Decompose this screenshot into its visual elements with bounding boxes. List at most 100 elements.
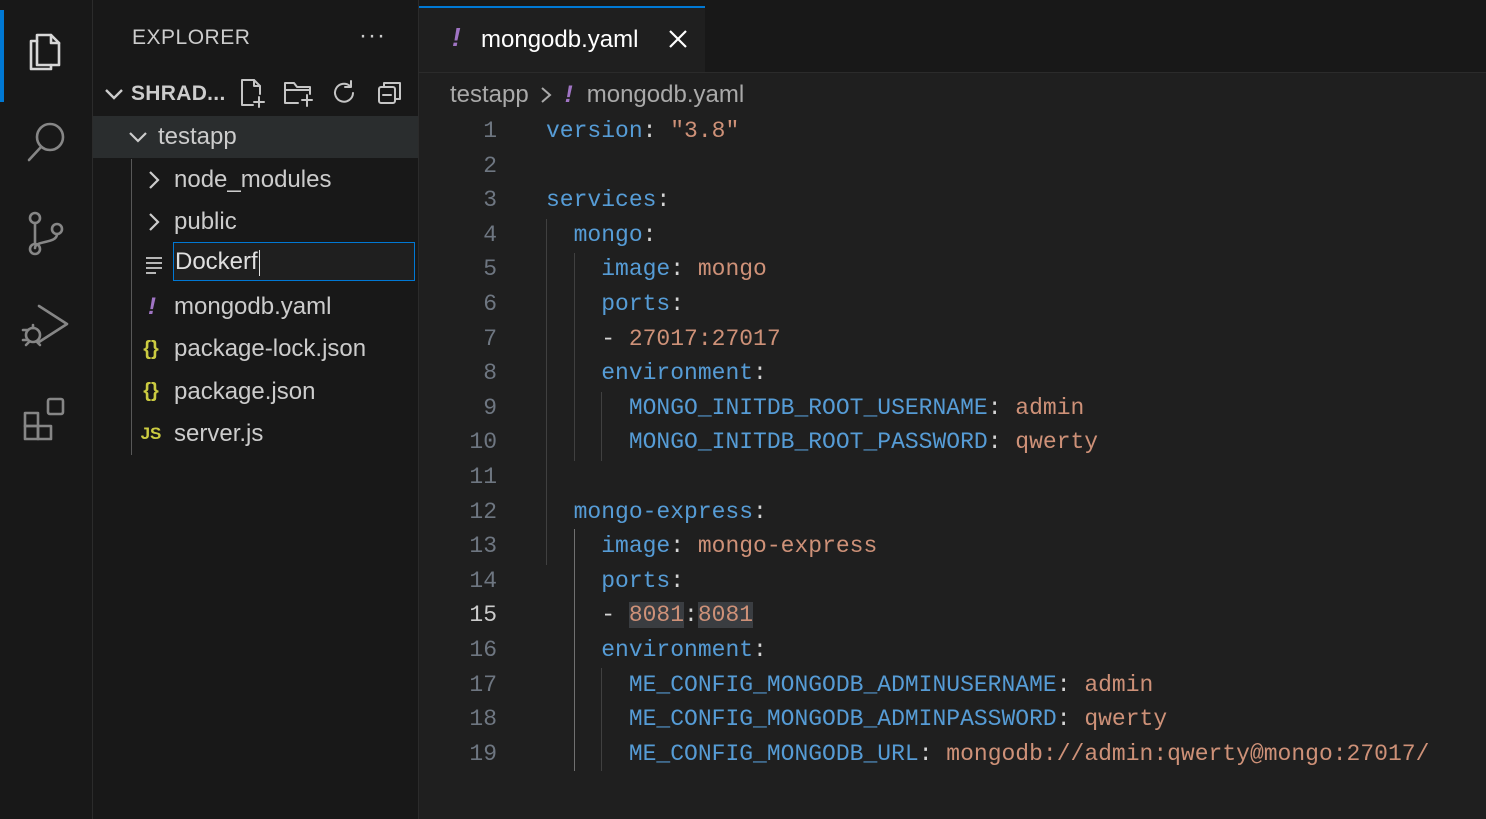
yaml-key: ports bbox=[601, 290, 671, 317]
tree-item-public[interactable]: public bbox=[93, 201, 418, 243]
workspace-root[interactable]: SHRAD... bbox=[93, 74, 418, 114]
source-control-icon[interactable] bbox=[0, 188, 92, 280]
punctuation bbox=[546, 672, 629, 698]
line-number: 18 bbox=[469, 706, 497, 733]
yaml-key: mongo bbox=[573, 221, 643, 248]
explorer-icon[interactable] bbox=[0, 4, 92, 102]
punctuation bbox=[546, 741, 629, 767]
refresh-icon bbox=[334, 80, 354, 103]
punctuation: : bbox=[987, 429, 1016, 456]
line-number: 15 bbox=[469, 602, 497, 629]
activity-bar bbox=[0, 0, 93, 819]
code-line[interactable]: 3 services: bbox=[419, 183, 1486, 218]
search-icon[interactable] bbox=[0, 96, 92, 188]
editor-tabs: ! mongodb.yaml bbox=[419, 0, 1486, 73]
code-line[interactable]: 15 - 8081:8081 bbox=[419, 598, 1486, 633]
tree-item-package-json[interactable]: {} package.json bbox=[93, 370, 418, 412]
yaml-key: MONGO_INITDB_ROOT_PASSWORD bbox=[628, 429, 988, 456]
yaml-key: environment bbox=[601, 636, 754, 663]
code-line[interactable]: 16 environment: bbox=[419, 633, 1486, 668]
code-line[interactable]: 5 image: mongo bbox=[419, 252, 1486, 287]
line-number: 1 bbox=[483, 118, 497, 144]
yaml-value: mongodb://admin:qwerty@mongo:27017/ bbox=[946, 740, 1430, 767]
collapse-all-button[interactable] bbox=[373, 76, 407, 110]
tree-item-label: node_modules bbox=[174, 165, 332, 193]
file-tree: testapp node_modules public ! mongodb.ya… bbox=[93, 116, 418, 455]
tree-item-package-lock-json[interactable]: {} package-lock.json bbox=[93, 328, 418, 370]
line-number: 3 bbox=[483, 187, 497, 214]
yaml-key: ME_CONFIG_MONGODB_URL bbox=[628, 740, 919, 767]
code-line[interactable]: 14 ports: bbox=[419, 564, 1486, 599]
tree-item-server-js[interactable]: JS server.js bbox=[93, 413, 418, 455]
tree-indent-guide bbox=[131, 159, 132, 455]
code-line[interactable]: 9 MONGO_INITDB_ROOT_USERNAME: admin bbox=[419, 391, 1486, 426]
code-line[interactable]: 8 environment: bbox=[419, 356, 1486, 391]
punctuation: : bbox=[753, 636, 767, 663]
yaml-key: MONGO_INITDB_ROOT_USERNAME bbox=[628, 394, 988, 421]
code-text: MONGO_INITDB_ROOT_PASSWORD: qwerty bbox=[546, 425, 1098, 460]
tree-item-mongodb-yaml[interactable]: ! mongodb.yaml bbox=[93, 286, 418, 328]
yaml-value: "3.8" bbox=[670, 118, 740, 144]
indent-guide bbox=[601, 668, 602, 771]
rename-input[interactable]: Dockerf bbox=[173, 242, 415, 281]
code-line[interactable]: 2 bbox=[419, 149, 1486, 184]
extensions-icon[interactable] bbox=[0, 372, 92, 464]
more-actions-button[interactable]: ··· bbox=[359, 22, 386, 50]
code-text: ME_CONFIG_MONGODB_URL: mongodb://admin:q… bbox=[546, 737, 1430, 772]
code-line[interactable]: 7 - 27017:27017 bbox=[419, 322, 1486, 357]
code-line[interactable]: 19 ME_CONFIG_MONGODB_URL: mongodb://admi… bbox=[419, 737, 1486, 772]
code-line[interactable]: 18 ME_CONFIG_MONGODB_ADMINPASSWORD: qwer… bbox=[419, 702, 1486, 737]
tree-item-node-modules[interactable]: node_modules bbox=[93, 158, 418, 200]
punctuation bbox=[546, 429, 629, 455]
yaml-key: mongo-express bbox=[573, 498, 754, 525]
code-editor[interactable]: 1 version: "3.8" 2 3 services: 4 mongo: 5 imag… bbox=[419, 114, 1486, 771]
punctuation: : bbox=[1056, 671, 1085, 698]
code-line[interactable]: 1 version: "3.8" bbox=[419, 114, 1486, 149]
code-line[interactable]: 11 bbox=[419, 460, 1486, 495]
line-number: 19 bbox=[469, 740, 497, 767]
punctuation: - bbox=[546, 325, 629, 352]
explorer-title: EXPLORER bbox=[132, 26, 251, 49]
tab-mongodb-yaml[interactable]: ! mongodb.yaml bbox=[419, 6, 705, 72]
yaml-key: ME_CONFIG_MONGODB_ADMINPASSWORD bbox=[628, 706, 1057, 733]
yaml-key: version bbox=[546, 118, 643, 144]
new-file-button[interactable] bbox=[235, 76, 269, 110]
breadcrumb-file[interactable]: mongodb.yaml bbox=[587, 81, 744, 109]
new-folder-button[interactable] bbox=[281, 76, 315, 110]
indent-guide bbox=[574, 253, 575, 461]
line-number: 17 bbox=[469, 671, 497, 698]
code-line[interactable]: 10 MONGO_INITDB_ROOT_PASSWORD: qwerty bbox=[419, 425, 1486, 460]
tree-item-testapp[interactable]: testapp bbox=[93, 116, 418, 159]
yaml-value: admin bbox=[1015, 394, 1085, 421]
yaml-value: 27017:27017 bbox=[628, 325, 781, 352]
run-debug-icon[interactable] bbox=[0, 280, 92, 372]
code-text: image: mongo bbox=[546, 252, 767, 287]
line-number: 10 bbox=[469, 429, 497, 456]
breadcrumb-folder[interactable]: testapp bbox=[450, 81, 529, 109]
punctuation bbox=[546, 499, 574, 525]
line-number: 2 bbox=[483, 152, 497, 179]
refresh-button[interactable] bbox=[327, 76, 361, 110]
punctuation bbox=[546, 222, 574, 248]
breadcrumb: testapp ! mongodb.yaml bbox=[450, 80, 744, 110]
yaml-value: 8081 bbox=[628, 602, 685, 629]
tree-item-label: server.js bbox=[174, 419, 264, 447]
yaml-value: mongo bbox=[697, 256, 767, 283]
tree-item-label: public bbox=[174, 207, 237, 235]
code-line[interactable]: 4 mongo: bbox=[419, 218, 1486, 253]
chevron-right-icon bbox=[541, 87, 552, 103]
code-line[interactable]: 17 ME_CONFIG_MONGODB_ADMINUSERNAME: admi… bbox=[419, 668, 1486, 703]
line-number: 8 bbox=[483, 360, 497, 387]
code-text: ME_CONFIG_MONGODB_ADMINPASSWORD: qwerty bbox=[546, 702, 1167, 737]
code-text: environment: bbox=[546, 633, 767, 668]
yaml-value: mongo-express bbox=[697, 533, 878, 560]
code-line[interactable]: 6 ports: bbox=[419, 287, 1486, 322]
code-text: image: mongo-express bbox=[546, 529, 877, 564]
punctuation: : bbox=[684, 602, 698, 629]
code-line[interactable]: 13 image: mongo-express bbox=[419, 529, 1486, 564]
code-line[interactable]: 12 mongo-express: bbox=[419, 495, 1486, 530]
indent-guide bbox=[601, 392, 602, 461]
rename-input-value: Dockerf bbox=[175, 248, 258, 275]
close-icon[interactable] bbox=[667, 28, 689, 50]
code-text: MONGO_INITDB_ROOT_USERNAME: admin bbox=[546, 391, 1084, 426]
